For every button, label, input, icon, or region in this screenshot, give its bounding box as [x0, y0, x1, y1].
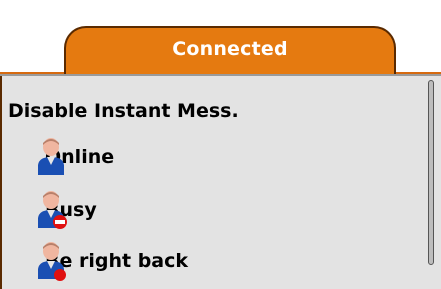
tab-label: Connected [172, 38, 288, 60]
disable-im-option[interactable]: Disable Instant Mess. [8, 100, 239, 122]
user-brb-icon [38, 242, 66, 281]
tab-connected[interactable]: Connected [64, 26, 396, 74]
panel-left-border [0, 76, 2, 289]
scrollbar[interactable] [428, 80, 434, 265]
tab-bar: Connected [0, 0, 441, 74]
disable-im-label: Disable Instant Mess. [8, 100, 239, 122]
user-busy-icon [38, 191, 67, 229]
user-online-icon [38, 138, 64, 175]
status-brb[interactable]: Be right back [35, 242, 188, 281]
status-busy[interactable]: Busy [35, 191, 97, 229]
status-online[interactable]: Online [35, 138, 114, 175]
